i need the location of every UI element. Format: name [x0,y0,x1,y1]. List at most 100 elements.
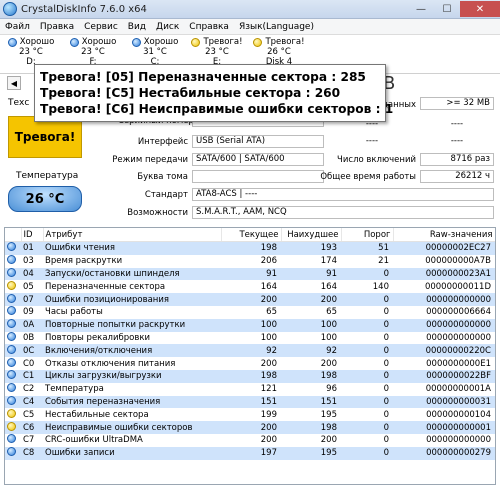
extra-field-d: ---- [420,135,494,148]
buffer-field: >= 32 MB [420,97,494,110]
table-row[interactable]: C8 Ошибки записи 197 195 0 000000000279 [5,446,495,460]
cell-threshold: 0 [341,395,393,409]
column-header-threshold[interactable]: Порог [341,228,394,242]
health-status-label: Техс [8,98,30,108]
cell-raw: 00000000001A [425,384,491,395]
cell-worst: 174 [320,256,337,267]
cell-threshold: 0 [383,332,389,343]
column-header-worst[interactable]: Наихудшее [281,228,342,242]
disk-temp: 23 °C [19,47,43,57]
menu-edit[interactable]: Правка [35,22,79,32]
menu-service[interactable]: Сервис [79,22,123,32]
table-row[interactable]: 0A Повторные попытки раскрутки 100 100 0 0000… [5,318,495,332]
cell-worst: 91 [281,267,341,281]
column-header-attribute[interactable]: Атрибут [43,228,222,242]
table-row[interactable]: C7 CRC-ошибки UltraDMA 200 200 0 000000000000 [5,434,495,447]
cell-raw: 000000000000 [426,435,491,446]
table-row[interactable]: 01 Ошибки чтения 198 193 51 00000002EC27 [5,241,495,255]
cell-worst: 164 [320,281,337,292]
status-good-icon [7,383,16,393]
column-header-current[interactable]: Текущее [221,228,282,242]
cell-status [5,241,21,255]
cell-raw: 000000000000 [393,293,495,306]
cell-attribute: Нестабильные сектора [45,409,149,420]
column-header-raw[interactable]: Raw-значения [393,228,495,242]
cell-threshold: 0 [341,318,393,332]
cell-id: 03 [23,256,34,267]
cell-current: 151 [221,395,281,409]
cell-worst: 65 [326,307,337,318]
health-status-badge[interactable]: Тревога! [8,116,82,158]
prev-disk-button[interactable]: ◀ [7,76,21,90]
cell-status [5,408,21,421]
transfer-mode-label: Режим передачи [112,155,188,165]
cell-status [5,255,21,268]
cell-threshold: 0 [341,446,393,460]
status-good-icon [7,255,16,265]
cell-id: 07 [21,293,43,306]
menu-view[interactable]: Вид [123,22,151,32]
extra-field-c: ---- [328,135,416,148]
status-alarm-icon [7,421,16,431]
table-header: ID Атрибут Текущее Наихудшее Порог Raw-з… [5,228,495,242]
table-row[interactable]: 05 Переназначенные сектора 164 164 140 000000… [5,280,495,293]
cell-current: 121 [260,384,277,395]
table-row[interactable]: C4 События переназначения 151 151 0 000000000… [5,395,495,409]
cell-current: 100 [221,318,281,332]
cell-status [5,306,21,319]
cell-attribute: Запуски/остановки шпинделя [43,267,221,281]
menu-language[interactable]: Язык(Language) [234,22,319,32]
column-header-id[interactable]: ID [21,228,44,242]
table-row[interactable]: 0C Включения/отключения 92 92 0 00000000220C [5,344,495,358]
cell-current: 200 [221,293,281,306]
tooltip-line: Тревога! [C5] Нестабильные сектора : 260 [40,86,341,100]
maximize-button[interactable]: ☐ [434,1,460,17]
close-button[interactable]: ✕ [460,1,500,17]
power-hours-field: 26212 ч [420,170,494,183]
menu-disk[interactable]: Диск [151,22,184,32]
volume-label: Буква тома [137,172,188,182]
cell-threshold: 0 [383,435,389,446]
table-row[interactable]: C2 Температура 121 96 0 00000000001A [5,383,495,396]
menu-file[interactable]: Файл [0,22,35,32]
cell-threshold: 51 [341,241,393,255]
cell-attribute: CRC-ошибки UltraDMA [45,435,143,446]
cell-threshold: 140 [372,281,389,292]
status-alarm-icon [253,37,263,47]
cell-worst: 151 [281,395,341,409]
table-row[interactable]: 0B Повторы рекалибровки 100 100 0 00000000000… [5,331,495,345]
cell-status [5,344,21,358]
status-good-icon [7,370,16,380]
cell-attribute: Неисправимые ошибки секторов [43,421,221,434]
status-good-icon [131,37,141,47]
minimize-button[interactable]: — [408,1,434,17]
cell-current: 198 [221,369,281,383]
table-row[interactable]: 03 Время раскрутки 206 174 21 000000000A7B [5,255,495,268]
disk-status: Тревога! [265,37,305,47]
disk-temp: 31 °C [143,47,167,57]
table-row[interactable]: 04 Запуски/остановки шпинделя 91 91 0 0000000… [5,267,495,281]
cell-status [5,318,21,332]
smart-table[interactable]: ID Атрибут Текущее Наихудшее Порог Raw-з… [4,227,496,485]
column-header-status[interactable] [5,228,22,242]
cell-worst: 193 [281,241,341,255]
status-alarm-icon [191,37,201,47]
features-field: S.M.A.R.T., AAM, NCQ [192,206,494,219]
cell-id: 0A [21,318,43,332]
table-row[interactable]: 07 Ошибки позиционирования 200 200 0 00000000… [5,293,495,306]
table-row[interactable]: C1 Циклы загрузки/выгрузки 198 198 0 00000000… [5,369,495,383]
cell-worst: 198 [281,421,341,434]
features-label: Возможности [127,208,188,218]
cell-worst: 100 [281,318,341,332]
disk-status: Хорошо [143,37,179,47]
standard-field: ATA8-ACS | ---- [192,188,494,201]
interface-field: USB (Serial ATA) [192,135,324,148]
table-row[interactable]: C0 Отказы отключения питания 200 200 0 000000… [5,357,495,370]
table-row[interactable]: C5 Нестабильные сектора 199 195 0 00000000010… [5,408,495,421]
table-row[interactable]: 09 Часы работы 65 65 0 000000006664 [5,306,495,319]
status-alarm-icon [7,408,16,418]
table-row[interactable]: C6 Неисправимые ошибки секторов 200 198 0 000… [5,421,495,434]
cell-attribute: Температура [45,384,104,395]
volume-field [192,170,324,183]
menu-help[interactable]: Справка [184,22,234,32]
